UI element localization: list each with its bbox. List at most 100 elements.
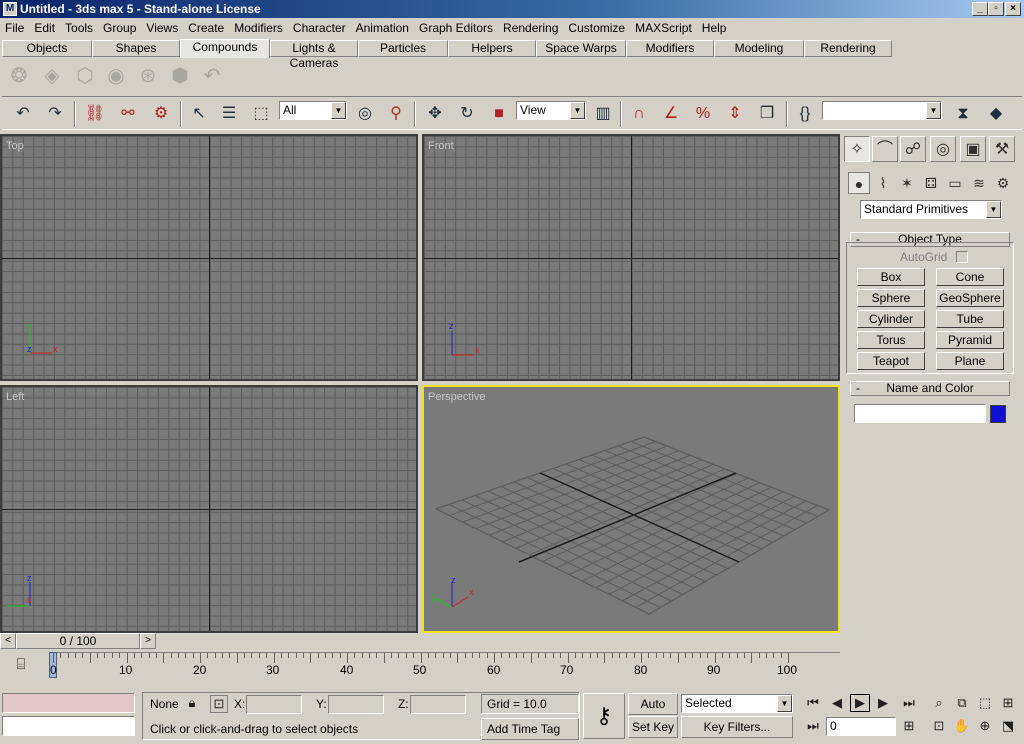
name-color-rollout-header[interactable]: - Name and Color (850, 381, 1010, 396)
menu-animation[interactable]: Animation (351, 21, 414, 35)
conform-icon[interactable]: ⬡ (72, 63, 98, 89)
zoom-all-icon[interactable]: ⧉ (953, 695, 971, 711)
sphere-button[interactable]: Sphere (857, 289, 925, 307)
geometry-icon[interactable]: ● (848, 172, 870, 194)
select-link-icon[interactable]: ⛓ (82, 101, 108, 127)
modify-panel-icon[interactable]: ⌒ (872, 136, 898, 162)
chevron-down-icon[interactable]: ▼ (331, 102, 346, 119)
tab-modeling[interactable]: Modeling (714, 40, 804, 57)
trackbar-toggle-icon[interactable]: ⌸ (10, 656, 32, 678)
lock-icon[interactable]: 🔒︎ (184, 695, 200, 711)
object-name-input[interactable] (854, 404, 986, 423)
systems-icon[interactable]: ⚙ (992, 172, 1014, 194)
zoom-extents-all-icon[interactable]: ⊞ (999, 695, 1017, 711)
create-panel-icon[interactable]: ✧ (844, 136, 870, 162)
zoom-icon[interactable]: ⌕ (930, 695, 948, 711)
maximize-viewport-icon[interactable]: ⬔ (999, 718, 1017, 734)
named-selection-icon[interactable]: ❒ (754, 101, 780, 127)
region-zoom-icon[interactable]: ⊡ (930, 718, 948, 734)
menu-maxscript[interactable]: MAXScript (630, 21, 697, 35)
percent-snap-icon[interactable]: % (690, 101, 716, 127)
maxscript-listener-white[interactable] (2, 716, 135, 736)
rotate-icon[interactable]: ↻ (454, 101, 480, 127)
region-select-icon[interactable]: ⬚ (248, 101, 274, 127)
display-panel-icon[interactable]: ▣ (960, 136, 986, 162)
arc-rotate-icon[interactable]: ⊕ (976, 718, 994, 734)
prev-key-icon[interactable]: ◀ (828, 695, 846, 711)
zoom-extents-icon[interactable]: ⬚ (976, 695, 994, 711)
unlink-icon[interactable]: ⚯ (115, 101, 141, 127)
set-key-button[interactable]: Set Key (628, 716, 678, 738)
cameras-icon[interactable]: ⚃ (920, 172, 942, 194)
tab-space-warps[interactable]: Space Warps (536, 40, 626, 57)
object-color-swatch[interactable] (990, 405, 1006, 423)
tube-button[interactable]: Tube (936, 310, 1004, 328)
time-slider[interactable]: 0 / 100 (16, 633, 140, 649)
shapes-icon[interactable]: ⌇ (872, 172, 894, 194)
viewport-perspective[interactable]: Perspective z x y (422, 385, 840, 633)
pan-icon[interactable]: ✋ (953, 718, 971, 734)
hierarchy-panel-icon[interactable]: ☍ (900, 136, 926, 162)
select-move-icon[interactable]: ◎ (352, 101, 378, 127)
spacewarps-icon[interactable]: ≋ (968, 172, 990, 194)
reference-coord-dropdown[interactable]: View ▼ (516, 101, 586, 120)
menu-file[interactable]: File (0, 21, 29, 35)
scatter-icon[interactable]: ◈ (39, 63, 65, 89)
chevron-down-icon[interactable]: ▼ (570, 102, 585, 119)
category-dropdown[interactable]: Standard Primitives ▼ (860, 200, 1002, 219)
box-button[interactable]: Box (857, 268, 925, 286)
max-icon[interactable]: M (3, 2, 17, 16)
tab-lights-cameras[interactable]: Lights & Cameras (270, 40, 358, 70)
key-mode-dropdown[interactable]: Selected ▼ (681, 694, 793, 713)
x-coord-field[interactable] (246, 695, 302, 714)
viewport-front[interactable]: Front z x (422, 134, 840, 381)
bind-spacewarp-icon[interactable]: ⚙ (148, 101, 174, 127)
utilities-panel-icon[interactable]: ⚒ (989, 136, 1015, 162)
named-selection-dropdown[interactable]: ▼ (822, 101, 942, 120)
select-manipulate-icon[interactable]: ⚲ (383, 101, 409, 127)
motion-panel-icon[interactable]: ◎ (930, 136, 956, 162)
menu-help[interactable]: Help (697, 21, 732, 35)
select-by-name-icon[interactable]: ☰ (216, 101, 242, 127)
scale-icon[interactable]: ■ (486, 101, 512, 127)
mirror-icon[interactable]: ⧗ (950, 101, 976, 127)
viewport-left[interactable]: Left z x (0, 385, 418, 633)
snap-toggle-icon[interactable]: ∩ (626, 101, 652, 127)
time-config-icon[interactable]: ⊞ (900, 718, 918, 734)
select-arrow-icon[interactable]: ↖ (186, 101, 212, 127)
menu-character[interactable]: Character (288, 21, 351, 35)
z-coord-field[interactable] (410, 695, 466, 714)
menu-views[interactable]: Views (141, 21, 183, 35)
move-icon[interactable]: ✥ (422, 101, 448, 127)
menu-rendering[interactable]: Rendering (498, 21, 563, 35)
helpers-icon[interactable]: ▭ (944, 172, 966, 194)
chevron-down-icon[interactable]: ▼ (777, 695, 792, 712)
key-icon[interactable]: ⚷ (583, 693, 625, 739)
restore-icon[interactable]: ▫ (988, 2, 1004, 16)
add-time-tag-button[interactable]: Add Time Tag (481, 718, 579, 740)
redo-icon[interactable]: ↷ (42, 101, 68, 127)
lights-icon[interactable]: ✶ (896, 172, 918, 194)
selection-filter-dropdown[interactable]: All ▼ (279, 101, 347, 120)
viewport-top[interactable]: Top y x z (0, 134, 418, 381)
menu-graph-editors[interactable]: Graph Editors (414, 21, 498, 35)
terrain-icon[interactable]: ↶ (199, 63, 225, 89)
absolute-mode-icon[interactable]: ⊡ (210, 695, 228, 713)
spinner-snap-icon[interactable]: ⇕ (722, 101, 748, 127)
connect-icon[interactable]: ◉ (103, 63, 129, 89)
close-icon[interactable]: × (1005, 2, 1021, 16)
undo-icon[interactable]: ↶ (10, 101, 36, 127)
tab-compounds[interactable]: Compounds (180, 39, 270, 58)
menu-modifiers[interactable]: Modifiers (229, 21, 288, 35)
menu-group[interactable]: Group (98, 21, 141, 35)
cone-button[interactable]: Cone (936, 268, 1004, 286)
shapemerge-icon[interactable]: ⊛ (135, 63, 161, 89)
key-filters-button[interactable]: Key Filters... (681, 716, 793, 738)
pyramid-button[interactable]: Pyramid (936, 331, 1004, 349)
current-frame-field[interactable]: 0 (826, 717, 896, 736)
edit-named-selection-icon[interactable]: {} (792, 101, 818, 127)
next-key-icon[interactable]: ▶ (874, 695, 892, 711)
auto-key-button[interactable]: Auto Key (628, 693, 678, 731)
chevron-down-icon[interactable]: ▼ (986, 201, 1001, 218)
plane-button[interactable]: Plane (936, 352, 1004, 370)
